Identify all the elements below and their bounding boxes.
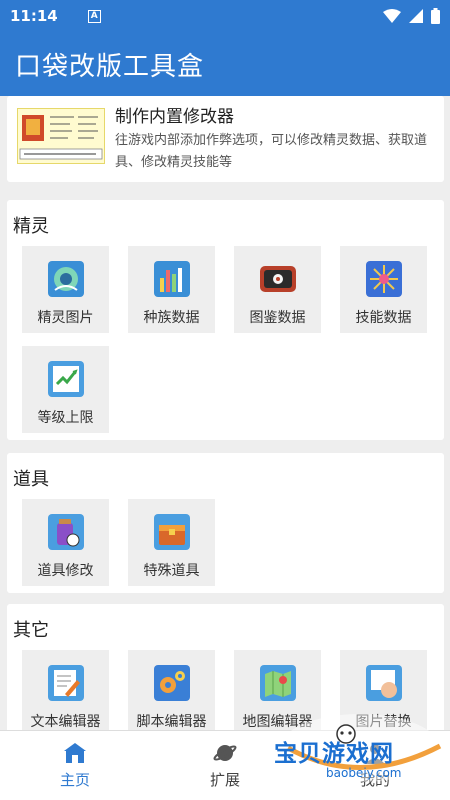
section-title-others: 其它 [13, 620, 49, 641]
section-sprites: 精灵 精灵图片 种族数据 图鉴数据 技能数据 等级上限 [7, 200, 444, 440]
app-bar: 口袋改版工具盒 [0, 32, 450, 96]
tile-sprite-images[interactable]: 精灵图片 [22, 246, 109, 333]
status-bar: 11:14 A [0, 0, 450, 32]
nav-home[interactable]: 主页 [0, 731, 150, 800]
tile-pokedex-data[interactable]: 图鉴数据 [234, 246, 321, 333]
nav-mine-label: 我的 [359, 771, 390, 789]
tile-item-edit[interactable]: 道具修改 [22, 499, 109, 586]
tile-label: 等级上限 [37, 410, 94, 426]
bar-chart-icon [153, 261, 190, 297]
promo-description: 往游戏内部添加作弊选项，可以修改精灵数据、获取道具、修改精灵技能等 [115, 133, 428, 170]
level-chart-icon [47, 361, 84, 397]
promo-text: 制作内置修改器 往游戏内部添加作弊选项，可以修改精灵数据、获取道具、修改精灵技能… [115, 102, 435, 174]
tile-label: 图片替换 [355, 714, 412, 730]
tile-label: 脚本编辑器 [136, 714, 207, 730]
nav-extend[interactable]: 扩展 [150, 731, 300, 800]
game-screenshot-icon [19, 115, 103, 160]
section-title-items: 道具 [13, 469, 49, 490]
section-title-sprites: 精灵 [13, 216, 49, 237]
tile-level-cap[interactable]: 等级上限 [22, 346, 109, 433]
app-title: 口袋改版工具盒 [15, 51, 205, 82]
tile-label: 精灵图片 [37, 310, 94, 326]
promo-title: 制作内置修改器 [115, 107, 234, 127]
tile-label: 种族数据 [143, 310, 200, 326]
gears-icon [153, 665, 190, 701]
home-icon [64, 743, 86, 763]
section-others: 其它 文本编辑器 脚本编辑器 地图编辑器 图片替换 [7, 604, 444, 730]
tile-label: 地图编辑器 [242, 714, 313, 730]
status-indicators [383, 8, 440, 24]
tile-label: 特殊道具 [143, 563, 200, 579]
nav-extend-label: 扩展 [209, 771, 240, 789]
tile-label: 道具修改 [37, 563, 94, 579]
sprite-image-icon [47, 261, 84, 297]
user-icon [365, 744, 385, 764]
planet-icon [213, 745, 237, 761]
map-icon [259, 665, 296, 701]
promo-card-builtin-modifier[interactable]: 制作内置修改器 往游戏内部添加作弊选项，可以修改精灵数据、获取道具、修改精灵技能… [7, 96, 444, 182]
tile-label: 文本编辑器 [30, 714, 101, 730]
tile-special-items[interactable]: 特殊道具 [128, 499, 215, 586]
bottom-navigation: 主页 扩展 我的 [0, 730, 450, 800]
signal-icon [409, 9, 423, 23]
status-time: 11:14 [10, 7, 58, 25]
tile-label: 技能数据 [355, 310, 412, 326]
tile-skill-data[interactable]: 技能数据 [340, 246, 427, 333]
text-editor-icon [47, 665, 84, 701]
wifi-icon [383, 9, 401, 23]
nav-mine[interactable]: 我的 [300, 731, 450, 800]
skill-burst-icon [365, 261, 402, 297]
tile-label: 图鉴数据 [249, 310, 306, 326]
potion-edit-icon [47, 514, 84, 550]
pokedex-icon [259, 266, 296, 292]
treasure-chest-icon [153, 514, 190, 550]
main-content[interactable]: 制作内置修改器 往游戏内部添加作弊选项，可以修改精灵数据、获取道具、修改精灵技能… [0, 96, 450, 730]
tile-text-editor[interactable]: 文本编辑器 [22, 650, 109, 730]
nav-home-label: 主页 [59, 771, 90, 789]
tile-script-editor[interactable]: 脚本编辑器 [128, 650, 215, 730]
image-replace-icon [365, 665, 402, 701]
battery-icon [431, 8, 440, 24]
tile-species-data[interactable]: 种族数据 [128, 246, 215, 333]
tile-image-replace[interactable]: 图片替换 [340, 650, 427, 730]
notification-a-icon: A [87, 9, 101, 23]
promo-thumbnail [17, 108, 105, 164]
section-items: 道具 道具修改 特殊道具 [7, 453, 444, 593]
tile-map-editor[interactable]: 地图编辑器 [234, 650, 321, 730]
